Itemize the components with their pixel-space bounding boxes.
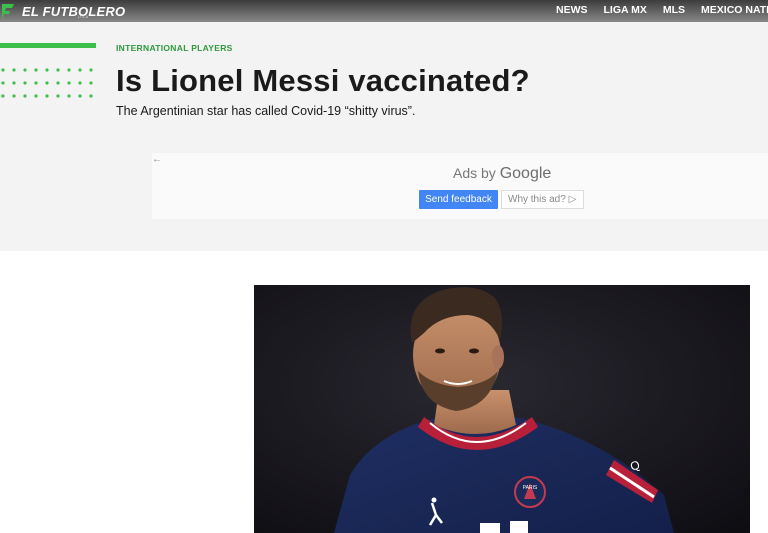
article-header: INTERNATIONAL PLAYERS Is Lionel Messi va… <box>0 22 768 251</box>
ads-by-text: Ads by <box>453 165 496 181</box>
article-headline: Is Lionel Messi vaccinated? <box>116 63 530 98</box>
back-arrow-icon[interactable]: ← <box>152 154 162 165</box>
accent-bar <box>0 43 96 48</box>
why-this-ad-button[interactable]: Why this ad? ▷ <box>501 190 584 209</box>
nav-item-news[interactable]: NEWS <box>556 4 588 16</box>
nav-item-mexico-national-team[interactable]: MEXICO NATIONAL TEAM <box>701 4 768 16</box>
ads-by-google-label: Ads by Google <box>453 165 551 183</box>
logo-subtext: USA <box>78 14 90 19</box>
article-photo: PARIS Q <box>254 285 750 533</box>
ad-container: ← Ads by Google Send feedback Why this a… <box>152 153 768 219</box>
nav-item-liga-mx[interactable]: LIGA MX <box>604 4 647 16</box>
site-logo[interactable]: EL FUTBOLERO <box>0 1 125 21</box>
jersey-badge-text: PARIS <box>523 485 538 491</box>
article-category[interactable]: INTERNATIONAL PLAYERS <box>116 43 233 53</box>
top-navigation-bar: EL FUTBOLERO USA NEWS LIGA MX MLS MEXICO… <box>0 0 768 22</box>
messi-photo-illustration: PARIS Q <box>254 285 750 533</box>
logo-text: EL FUTBOLERO <box>22 3 126 19</box>
nav-item-mls[interactable]: MLS <box>663 4 685 16</box>
logo-mark-icon <box>0 2 16 20</box>
main-nav: NEWS LIGA MX MLS MEXICO NATIONAL TEAM <box>556 0 768 20</box>
article-subheadline: The Argentinian star has called Covid-19… <box>116 104 416 118</box>
send-feedback-button[interactable]: Send feedback <box>419 190 498 209</box>
google-wordmark: Google <box>499 165 552 182</box>
decorative-dots <box>1 68 93 98</box>
